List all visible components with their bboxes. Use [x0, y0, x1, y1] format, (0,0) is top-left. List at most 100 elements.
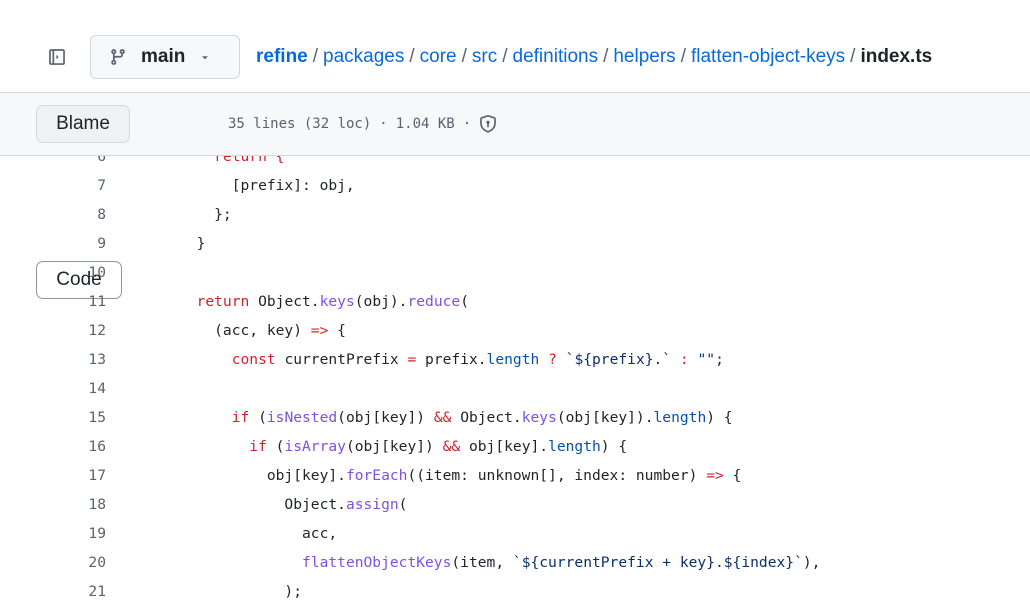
code-line: 7 [prefix]: obj, [0, 171, 1030, 200]
breadcrumb-link-helpers[interactable]: helpers [613, 46, 675, 68]
breadcrumb-link-src[interactable]: src [472, 46, 497, 68]
breadcrumb-separator: / [603, 46, 609, 67]
blame-tab-button[interactable]: Blame [37, 106, 129, 142]
breadcrumb-repo-link[interactable]: refine [256, 46, 308, 68]
code-text: ); [179, 583, 302, 600]
line-number[interactable]: 6 [0, 156, 106, 165]
code-token: Object. [249, 293, 320, 310]
git-branch-icon [109, 48, 127, 66]
code-token: (obj[key]) [345, 438, 443, 455]
code-token: ), [802, 554, 821, 571]
line-number[interactable]: 13 [0, 351, 106, 368]
code-line: 8 }; [0, 200, 1030, 229]
code-line: 18 Object.assign( [0, 490, 1030, 519]
line-number[interactable]: 20 [0, 554, 106, 571]
code-line: 9 } [0, 229, 1030, 258]
branch-selector-button[interactable]: main [90, 35, 240, 79]
line-number[interactable]: 18 [0, 496, 106, 513]
branch-name: main [141, 46, 186, 67]
meta-separator: · [462, 116, 472, 132]
code-token: (acc, key) [179, 322, 311, 339]
line-number[interactable]: 19 [0, 525, 106, 542]
code-token: Object. [179, 496, 346, 513]
code-token: ? [548, 351, 557, 368]
code-text: flattenObjectKeys(item, `${currentPrefix… [179, 554, 820, 571]
code-token: && [442, 438, 461, 455]
meta-separator: · [379, 116, 388, 132]
breadcrumb-separator: / [680, 46, 686, 67]
code-token: (obj[key]). [556, 409, 654, 426]
code-token: return [196, 293, 250, 310]
code-view[interactable]: 6 return {7 [prefix]: obj, 8 }; 9 } 10 11 re… [0, 156, 1030, 615]
breadcrumb-current-file: index.ts [860, 46, 933, 67]
breadcrumb-separator: / [461, 46, 467, 67]
file-info: 35 lines (32 loc) · 1.04 KB · [228, 115, 497, 133]
code-token: `${prefix}.` [565, 351, 672, 368]
code-token: flattenObjectKeys [302, 554, 452, 571]
code-token: prefix. [416, 351, 487, 368]
code-token: (item, [451, 554, 513, 571]
code-token: Object. [451, 409, 522, 426]
line-number[interactable]: 9 [0, 235, 106, 252]
code-line: 13 const currentPrefix = prefix.length ?… [0, 345, 1030, 374]
line-number[interactable]: 8 [0, 206, 106, 223]
shield-lock-icon[interactable] [479, 115, 497, 133]
code-token: `${currentPrefix + key}.${index}` [512, 554, 803, 571]
line-number[interactable]: 21 [0, 583, 106, 600]
code-token: (obj). [354, 293, 408, 310]
code-token: if [249, 438, 267, 455]
breadcrumb-link-flatten-object-keys[interactable]: flatten-object-keys [691, 46, 845, 68]
breadcrumb-separator: / [850, 46, 856, 67]
line-number[interactable]: 12 [0, 322, 106, 339]
file-size: 1.04 KB [395, 116, 455, 132]
breadcrumb-link-packages[interactable]: packages [323, 46, 404, 68]
code-text: if (isNested(obj[key]) && Object.keys(ob… [179, 409, 733, 426]
line-number[interactable]: 15 [0, 409, 106, 426]
code-token: } [179, 235, 206, 252]
code-token: ( [460, 293, 469, 310]
code-token: length [486, 351, 540, 368]
code-line: 6 return { [0, 156, 1030, 171]
code-text: }; [179, 206, 232, 223]
code-token: obj[key]. [179, 467, 346, 484]
code-token: ) { [706, 409, 733, 426]
breadcrumb-link-definitions[interactable]: definitions [513, 46, 599, 68]
code-token: => [706, 467, 724, 484]
code-text: (acc, key) => { [179, 322, 346, 339]
sidebar-expand-icon[interactable] [46, 46, 68, 68]
code-token: { [328, 322, 346, 339]
line-number[interactable]: 14 [0, 380, 106, 397]
line-number[interactable]: 7 [0, 177, 106, 194]
code-line: 14 [0, 374, 1030, 403]
code-token: => [310, 322, 329, 339]
code-token: : [679, 351, 689, 368]
code-token: ( [266, 438, 285, 455]
line-number[interactable]: 10 [0, 264, 106, 281]
path-bar: main refine / packages / core / src / de… [0, 0, 1030, 93]
code-line: 11 return Object.keys(obj).reduce( [0, 287, 1030, 316]
code-token: isNested [266, 409, 338, 426]
line-number[interactable]: 17 [0, 467, 106, 484]
line-number[interactable]: 16 [0, 438, 106, 455]
code-text: Object.assign( [179, 496, 407, 513]
code-token: if [231, 409, 250, 426]
code-token: reduce [407, 293, 461, 310]
code-token: keys [521, 409, 557, 426]
line-number[interactable]: 11 [0, 293, 106, 310]
code-token: currentPrefix [275, 351, 408, 368]
code-token: }; [179, 206, 232, 223]
code-token: ) { [600, 438, 628, 455]
breadcrumb-separator: / [502, 46, 508, 67]
breadcrumb-link-core[interactable]: core [420, 46, 457, 68]
line-count: 35 lines (32 loc) [228, 116, 372, 132]
code-token: ((item: unknown[], index: number) [407, 467, 707, 484]
breadcrumb: refine / packages / core / src / definit… [256, 44, 932, 70]
breadcrumb-separator: / [312, 46, 319, 67]
code-token: && [433, 409, 452, 426]
